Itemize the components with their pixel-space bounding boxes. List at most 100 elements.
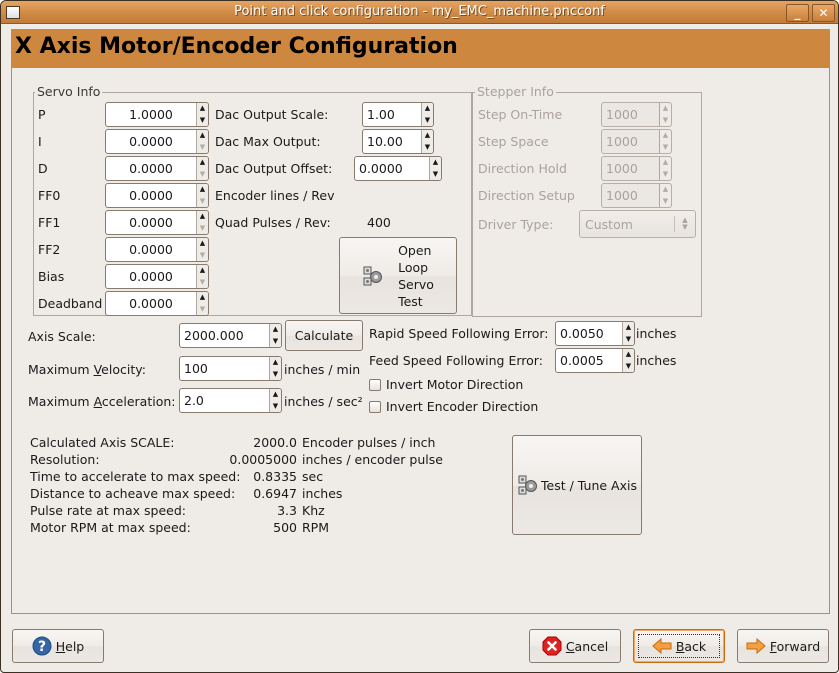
spin-up-icon[interactable]: ▲: [623, 349, 634, 361]
spin-down-icon[interactable]: ▼: [623, 361, 634, 373]
spin-down-icon[interactable]: ▼: [430, 169, 441, 181]
dac-max-output-value[interactable]: 10.00: [363, 130, 421, 153]
cancel-button[interactable]: Cancel: [529, 629, 621, 663]
rapid-ferror-label: Rapid Speed Following Error:: [369, 326, 549, 341]
open-loop-servo-test-button[interactable]: Open Loop Servo Test: [339, 237, 457, 314]
back-button[interactable]: Back: [633, 629, 725, 663]
feed-ferror-spinbox[interactable]: 0.0005 ▲ ▼: [555, 348, 635, 373]
dac-output-scale-value[interactable]: 1.00: [363, 103, 421, 126]
test-tune-axis-button[interactable]: Test / Tune Axis: [512, 435, 642, 535]
calc-label: Calculated Axis SCALE:: [30, 435, 175, 450]
spin-up-icon[interactable]: ▲: [197, 157, 208, 169]
encoder-lines-label: Encoder lines / Rev: [215, 188, 335, 203]
deadband-value[interactable]: 0.0000: [106, 292, 196, 315]
spin-up-icon[interactable]: ▲: [660, 130, 671, 142]
ff1-value[interactable]: 0.0000: [106, 211, 196, 234]
max-acceleration-value[interactable]: 2.0: [180, 389, 269, 412]
step-on-time-spinbox[interactable]: 1000 ▲ ▼: [601, 102, 672, 127]
i-spinbox[interactable]: 0.0000 ▲ ▼: [105, 129, 209, 154]
dac-output-offset-value[interactable]: 0.0000: [355, 157, 429, 180]
direction-hold-spinbox[interactable]: 1000 ▲ ▼: [601, 156, 672, 181]
calculate-button[interactable]: Calculate: [285, 320, 363, 351]
spin-down-icon[interactable]: ▼: [270, 369, 281, 381]
step-on-time-value[interactable]: 1000: [602, 103, 659, 126]
spin-up-icon[interactable]: ▲: [660, 157, 671, 169]
spin-down-icon[interactable]: ▼: [660, 115, 671, 127]
p-value[interactable]: 1.0000: [106, 103, 196, 126]
dac-output-scale-spinbox[interactable]: 1.00 ▲ ▼: [362, 102, 434, 127]
spin-up-icon[interactable]: ▲: [422, 130, 433, 142]
spin-down-icon[interactable]: ▼: [197, 142, 208, 154]
dac-output-scale-label: Dac Output Scale:: [215, 107, 329, 122]
spin-down-icon[interactable]: ▼: [422, 115, 433, 127]
spin-down-icon[interactable]: ▼: [422, 142, 433, 154]
ff2-value[interactable]: 0.0000: [106, 238, 196, 261]
forward-button[interactable]: Forward: [737, 629, 829, 663]
spin-up-icon[interactable]: ▲: [197, 130, 208, 142]
spin-up-icon[interactable]: ▲: [197, 211, 208, 223]
i-value[interactable]: 0.0000: [106, 130, 196, 153]
help-button[interactable]: ? Help: [12, 629, 104, 663]
driver-type-combo[interactable]: Custom ▲ ▼: [579, 210, 696, 238]
feed-ferror-value[interactable]: 0.0005: [556, 349, 622, 372]
max-acceleration-spinbox[interactable]: 2.0 ▲ ▼: [179, 388, 282, 413]
title-bar[interactable]: Point and click configuration - my_EMC_m…: [1, 1, 838, 24]
close-button[interactable]: ✕: [812, 4, 835, 22]
spin-down-icon[interactable]: ▼: [197, 169, 208, 181]
spin-up-icon[interactable]: ▲: [430, 157, 441, 169]
spin-down-icon[interactable]: ▼: [660, 169, 671, 181]
ff0-value[interactable]: 0.0000: [106, 184, 196, 207]
axis-scale-value[interactable]: 2000.000: [180, 324, 269, 347]
step-space-spinbox[interactable]: 1000 ▲ ▼: [601, 129, 672, 154]
spin-down-icon[interactable]: ▼: [197, 115, 208, 127]
bias-spinbox[interactable]: 0.0000 ▲ ▼: [105, 264, 209, 289]
spin-down-icon[interactable]: ▼: [197, 277, 208, 289]
invert-encoder-checkbox[interactable]: [369, 401, 381, 413]
spin-up-icon[interactable]: ▲: [660, 184, 671, 196]
minimize-button[interactable]: _: [786, 4, 809, 22]
spin-down-icon[interactable]: ▼: [197, 223, 208, 235]
max-velocity-spinbox[interactable]: 100 ▲ ▼: [179, 356, 282, 381]
max-velocity-value[interactable]: 100: [180, 357, 269, 380]
direction-hold-value[interactable]: 1000: [602, 157, 659, 180]
dac-output-offset-spinbox[interactable]: 0.0000 ▲ ▼: [354, 156, 442, 181]
spin-up-icon[interactable]: ▲: [197, 184, 208, 196]
spin-up-icon[interactable]: ▲: [197, 103, 208, 115]
ff0-spinbox[interactable]: 0.0000 ▲ ▼: [105, 183, 209, 208]
spin-up-icon[interactable]: ▲: [197, 292, 208, 304]
open-loop-label: Open Loop Servo Test: [398, 242, 434, 310]
spin-down-icon[interactable]: ▼: [197, 196, 208, 208]
spin-up-icon[interactable]: ▲: [197, 265, 208, 277]
spin-down-icon[interactable]: ▼: [660, 196, 671, 208]
spin-up-icon[interactable]: ▲: [270, 357, 281, 369]
spin-up-icon[interactable]: ▲: [270, 324, 281, 336]
spin-down-icon[interactable]: ▼: [623, 334, 634, 346]
invert-encoder-label[interactable]: Invert Encoder Direction: [386, 399, 538, 414]
rapid-ferror-spinbox[interactable]: 0.0050 ▲ ▼: [555, 321, 635, 346]
spin-up-icon[interactable]: ▲: [422, 103, 433, 115]
invert-motor-label[interactable]: Invert Motor Direction: [386, 377, 523, 392]
p-spinbox[interactable]: 1.0000 ▲ ▼: [105, 102, 209, 127]
spin-up-icon[interactable]: ▲: [623, 322, 634, 334]
dac-max-output-spinbox[interactable]: 10.00 ▲ ▼: [362, 129, 434, 154]
spin-up-icon[interactable]: ▲: [197, 238, 208, 250]
spin-down-icon[interactable]: ▼: [270, 336, 281, 348]
deadband-spinbox[interactable]: 0.0000 ▲ ▼: [105, 291, 209, 316]
d-value[interactable]: 0.0000: [106, 157, 196, 180]
spin-down-icon[interactable]: ▼: [660, 142, 671, 154]
direction-setup-value[interactable]: 1000: [602, 184, 659, 207]
bias-value[interactable]: 0.0000: [106, 265, 196, 288]
spin-down-icon[interactable]: ▼: [270, 401, 281, 413]
spin-down-icon[interactable]: ▼: [197, 250, 208, 262]
step-space-value[interactable]: 1000: [602, 130, 659, 153]
spin-down-icon[interactable]: ▼: [197, 304, 208, 316]
rapid-ferror-value[interactable]: 0.0050: [556, 322, 622, 345]
ff1-spinbox[interactable]: 0.0000 ▲ ▼: [105, 210, 209, 235]
invert-motor-checkbox[interactable]: [369, 379, 381, 391]
spin-up-icon[interactable]: ▲: [660, 103, 671, 115]
d-spinbox[interactable]: 0.0000 ▲ ▼: [105, 156, 209, 181]
ff2-spinbox[interactable]: 0.0000 ▲ ▼: [105, 237, 209, 262]
direction-setup-spinbox[interactable]: 1000 ▲ ▼: [601, 183, 672, 208]
axis-scale-spinbox[interactable]: 2000.000 ▲ ▼: [179, 323, 282, 348]
spin-up-icon[interactable]: ▲: [270, 389, 281, 401]
